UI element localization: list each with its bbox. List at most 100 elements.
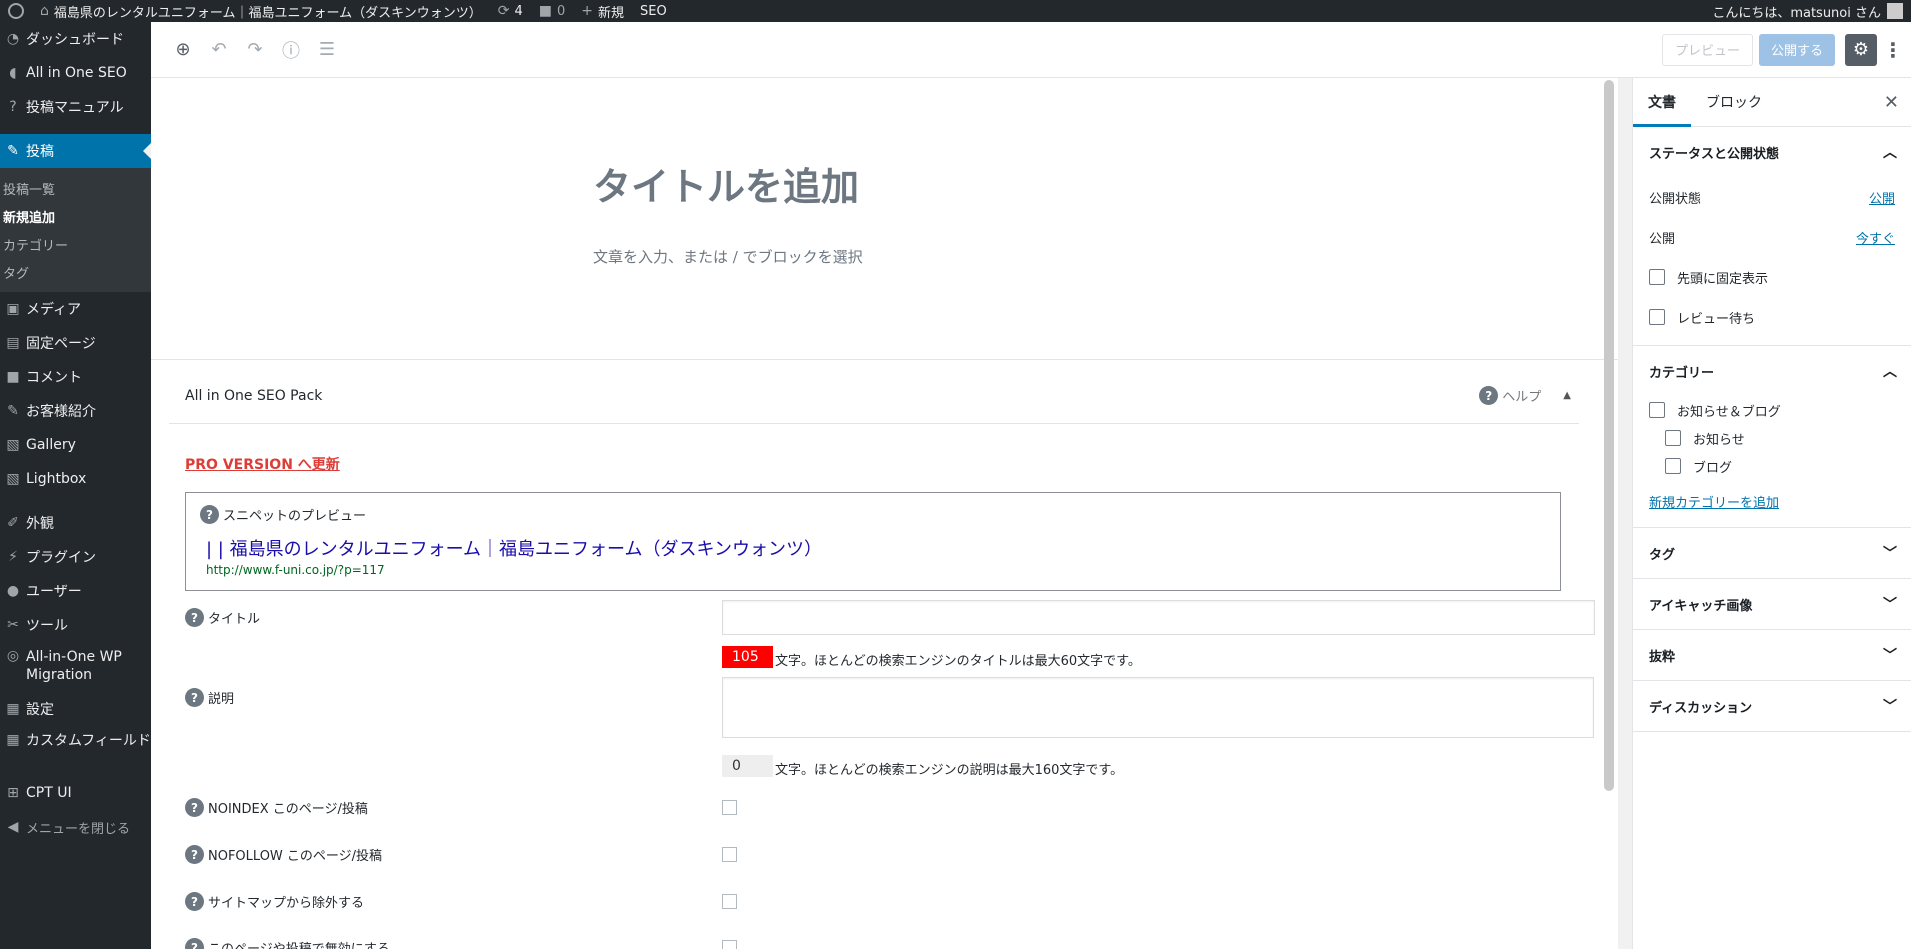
menu-users[interactable]: ● ユーザー [0,574,151,608]
menu-customers[interactable]: ✎ お客様紹介 [0,394,151,428]
tab-block[interactable]: ブロック [1691,78,1777,127]
menu-appearance[interactable]: ✐ 外観 [0,506,151,540]
noindex-checkbox[interactable] [722,800,737,815]
block-appender[interactable]: 文章を入力、または / でブロックを選択 [593,246,863,267]
menu-posts[interactable]: ✎ 投稿 [0,134,151,168]
chevron-up-icon: ︿ [1883,364,1897,380]
wordpress-logo-icon[interactable] [0,0,32,22]
menu-aioseo[interactable]: ◖ All in One SEO [0,56,151,90]
updates-link[interactable]: ⟳ 4 [490,0,531,22]
categories-panel-toggle[interactable]: カテゴリー ︿ [1633,346,1911,396]
help-link[interactable]: ? ヘルプ ▲ [1479,386,1571,405]
title-label: タイトル [208,612,261,627]
help-icon[interactable]: ? [200,505,219,524]
preview-button[interactable]: プレビュー [1661,33,1753,66]
admin-bar: ⌂ 福島県のレンタルユニフォーム｜福島ユニフォーム（ダスキンウォンツ） ⟳ 4 … [0,0,1911,22]
menu-media[interactable]: ▣ メディア [0,292,151,326]
submenu-tags[interactable]: タグ [0,258,151,286]
greeting: こんにちは、matsunoi さん [1712,5,1881,21]
status-panel-toggle[interactable]: ステータスと公開状態 ︿ [1633,127,1911,177]
post-title-input[interactable]: タイトルを追加 [593,156,859,211]
add-block-icon[interactable]: ⊕ [165,32,201,68]
outline-icon[interactable]: ☰ [309,32,345,68]
site-name-link[interactable]: ⌂ 福島県のレンタルユニフォーム｜福島ユニフォーム（ダスキンウォンツ） [32,0,490,22]
publish-button[interactable]: 公開する [1758,33,1835,66]
menu-settings[interactable]: ▦ 設定 [0,692,151,726]
grid-icon: ▦ [6,732,20,748]
updates-count: 4 [514,3,523,19]
posts-submenu: 投稿一覧 新規追加 カテゴリー タグ [0,168,151,292]
submenu-all-posts[interactable]: 投稿一覧 [0,174,151,202]
help-icon[interactable]: ? [185,608,204,627]
menu-cpt-ui[interactable]: ⊞ CPT UI [0,776,151,810]
excerpt-panel[interactable]: 抜粋 ﹀ [1633,630,1911,681]
featured-image-panel-toggle[interactable]: アイキャッチ画像 ﹀ [1633,579,1911,629]
menu-custom-fields[interactable]: ▦ カスタムフィールド [0,726,151,776]
disable-checkbox[interactable] [722,940,737,949]
discussion-panel-toggle[interactable]: ディスカッション ﹀ [1633,681,1911,731]
menu-dashboard[interactable]: ◔ ダッシュボード [0,22,151,56]
categories-panel: カテゴリー ︿ お知らせ＆ブログ お知らせ ブログ 新規カテゴリーを追加 [1633,346,1911,528]
seo-menu-link[interactable]: SEO [632,0,675,22]
sticky-label: 先頭に固定表示 [1677,271,1769,287]
featured-image-panel[interactable]: アイキャッチ画像 ﹀ [1633,579,1911,630]
menu-comments[interactable]: ■ コメント [0,360,151,394]
publish-date-link[interactable]: 今すぐ [1856,228,1895,247]
pro-version-link[interactable]: PRO VERSION へ更新 [185,454,340,474]
publish-label: 公開 [1649,231,1676,247]
visibility-link[interactable]: 公開 [1869,188,1895,207]
menu-plugins[interactable]: ⚡ プラグイン [0,540,151,574]
disable-label: ? このページや投稿で無効にする [185,938,390,949]
scrollbar[interactable] [1604,80,1614,791]
info-icon[interactable]: ⓘ [273,32,309,68]
help-icon[interactable]: ? [185,845,204,864]
nofollow-checkbox[interactable] [722,847,737,862]
tags-panel-toggle[interactable]: タグ ﹀ [1633,528,1911,578]
menu-gallery[interactable]: ▧ Gallery [0,428,151,462]
menu-pages[interactable]: ▤ 固定ページ [0,326,151,360]
submenu-categories[interactable]: カテゴリー [0,230,151,258]
home-icon: ⌂ [40,3,49,19]
collapse-caret-icon[interactable]: ▲ [1563,390,1571,401]
undo-icon[interactable]: ↶ [201,32,237,68]
menu-migration[interactable]: ◎ All-in-One WP Migration [0,642,151,692]
more-options-icon[interactable]: ⋮ [1881,34,1905,66]
chevron-down-icon: ﹀ [1883,648,1897,664]
close-icon[interactable]: ✕ [1884,92,1899,113]
seo-description-textarea[interactable] [722,677,1594,738]
category-checkbox[interactable] [1649,402,1665,418]
help-icon[interactable]: ? [185,688,204,707]
submenu-add-new[interactable]: 新規追加 [0,202,151,230]
user-icon: ● [6,583,20,599]
menu-lightbox[interactable]: ▧ Lightbox [0,462,151,496]
new-content-link[interactable]: + 新規 [573,0,632,22]
add-category-link[interactable]: 新規カテゴリーを追加 [1633,480,1911,527]
sidebar-tabs: 文書 ブロック ✕ [1633,78,1911,127]
plus-icon: + [581,3,593,19]
sitemap-exclude-checkbox[interactable] [722,894,737,909]
sticky-checkbox[interactable] [1649,269,1665,285]
help-icon[interactable]: ? [185,938,204,949]
category-label: お知らせ [1693,432,1745,448]
aioseo-header[interactable]: All in One SEO Pack ? ヘルプ ▲ [169,368,1579,424]
pending-checkbox[interactable] [1649,309,1665,325]
menu-collapse[interactable]: ◀ メニューを閉じる [0,810,151,844]
my-account-link[interactable]: こんにちは、matsunoi さん [1704,0,1911,22]
menu-manual[interactable]: ? 投稿マニュアル [0,90,151,124]
comments-link[interactable]: ■ 0 [531,0,574,22]
gallery-icon: ▧ [6,437,20,453]
discussion-panel[interactable]: ディスカッション ﹀ [1633,681,1911,732]
help-icon[interactable]: ? [185,798,204,817]
settings-sidebar: 文書 ブロック ✕ ステータスと公開状態 ︿ 公開状態 公開 公開 今すぐ 先頭… [1632,78,1911,949]
redo-icon[interactable]: ↷ [237,32,273,68]
seo-title-input[interactable] [722,600,1595,635]
help-icon[interactable]: ? [185,892,204,911]
help-icon: ? [1479,386,1499,405]
category-checkbox[interactable] [1665,458,1681,474]
tags-panel[interactable]: タグ ﹀ [1633,528,1911,579]
tab-document[interactable]: 文書 [1633,78,1691,127]
menu-tools[interactable]: ✂ ツール [0,608,151,642]
category-checkbox[interactable] [1665,430,1681,446]
excerpt-panel-toggle[interactable]: 抜粋 ﹀ [1633,630,1911,680]
settings-gear-icon[interactable]: ⚙ [1845,33,1877,66]
